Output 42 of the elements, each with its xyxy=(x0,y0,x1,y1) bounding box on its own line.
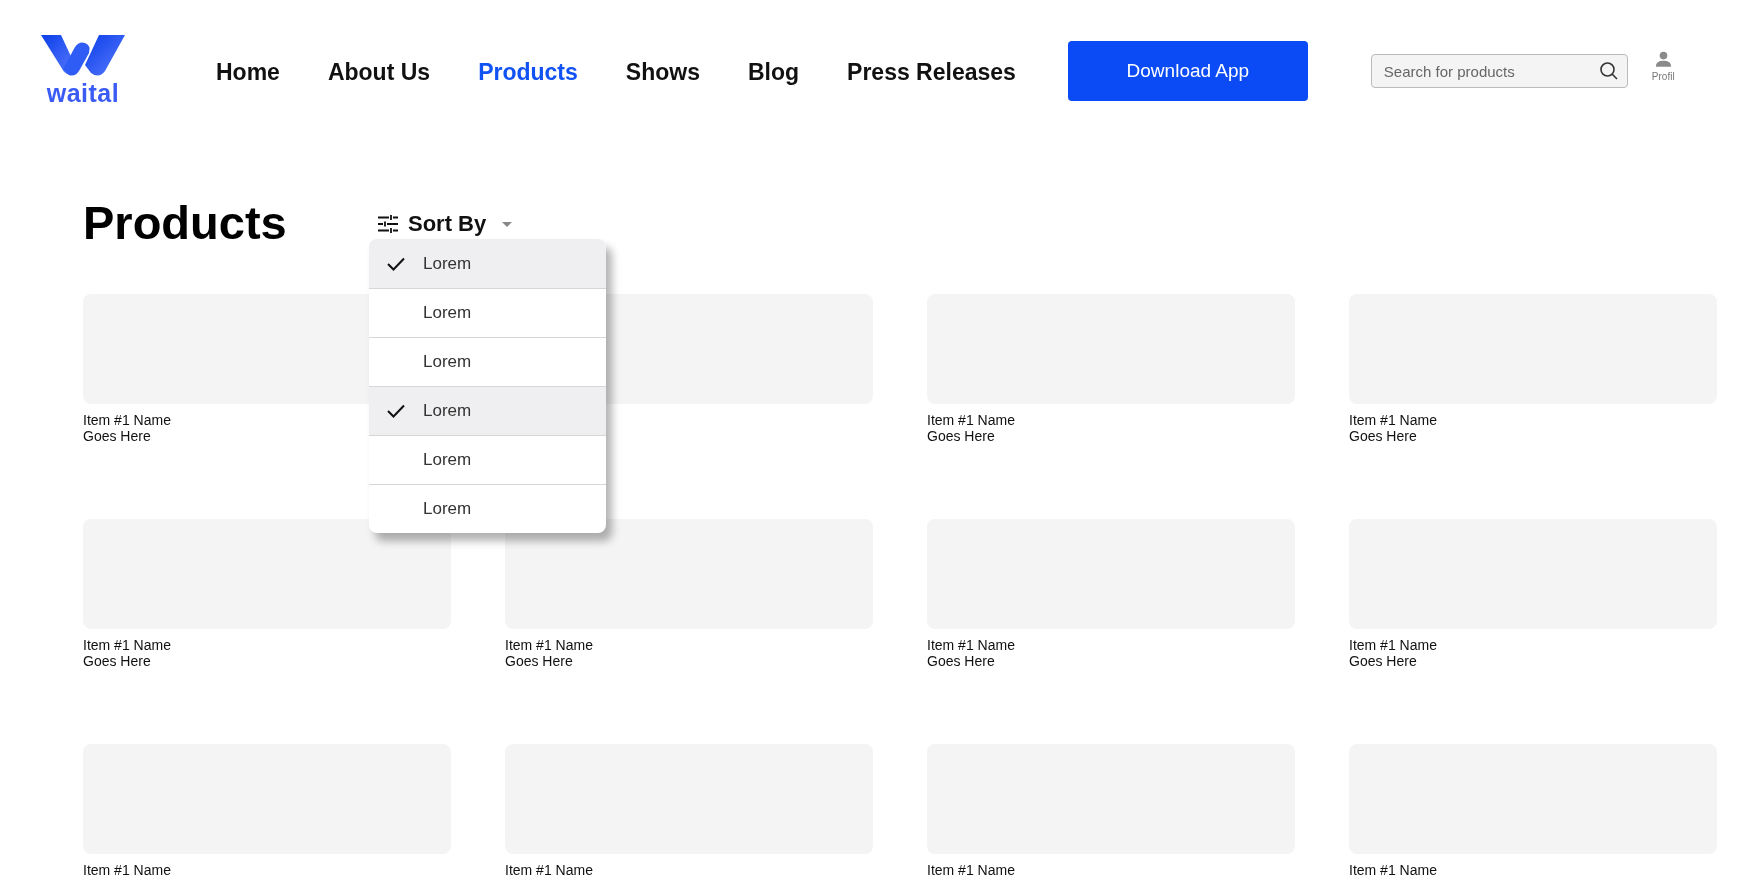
product-name[interactable]: Item #1 Name xyxy=(1349,862,1437,877)
product-name[interactable]: Item #1 Name xyxy=(505,637,593,653)
check-icon xyxy=(387,256,405,271)
product-name[interactable]: Goes Here xyxy=(83,428,151,444)
nav-link[interactable]: Blog xyxy=(747,58,800,86)
sort-option[interactable]: Lorem xyxy=(369,435,606,484)
product-name[interactable]: Item #1 Name xyxy=(83,862,171,877)
nav-link[interactable]: Products xyxy=(478,58,578,86)
product-image-placeholder[interactable] xyxy=(505,519,873,629)
product-name[interactable]: Item #1 Name xyxy=(927,862,1015,877)
page-title: Products xyxy=(83,194,288,250)
product-name[interactable]: Item #1 Name xyxy=(1349,637,1437,653)
sort-button[interactable]: Sort By xyxy=(377,211,513,237)
nav-link[interactable]: Home xyxy=(216,58,280,86)
product-name[interactable]: Goes Here xyxy=(83,653,151,669)
product-name[interactable]: Item #1 Name xyxy=(83,412,171,428)
person-icon[interactable] xyxy=(1654,50,1672,67)
search-icon[interactable] xyxy=(1598,61,1619,81)
download-button[interactable]: Download App xyxy=(1067,41,1308,101)
sliders-icon xyxy=(378,215,398,233)
product-name[interactable]: Item #1 Name xyxy=(1349,412,1437,428)
product-name[interactable]: Item #1 Name xyxy=(927,637,1015,653)
sort-option[interactable]: Lorem xyxy=(369,386,606,435)
caret-icon xyxy=(502,221,513,227)
product-name[interactable]: Item #1 Name xyxy=(505,862,593,877)
check-icon xyxy=(387,404,405,418)
logo-text[interactable]: waital xyxy=(46,78,120,108)
product-name[interactable]: Goes Here xyxy=(927,428,995,444)
logo-icon xyxy=(41,34,125,77)
product-name[interactable]: Goes Here xyxy=(1349,653,1417,669)
product-name[interactable]: Goes Here xyxy=(505,653,573,669)
product-name[interactable]: Goes Here xyxy=(927,653,995,669)
nav-link[interactable]: Shows xyxy=(625,58,700,86)
product-name[interactable]: Item #1 Name xyxy=(927,412,1015,428)
sort-option[interactable]: Lorem xyxy=(369,239,606,288)
nav-link[interactable]: About Us xyxy=(327,58,431,86)
product-image-placeholder[interactable] xyxy=(83,519,451,629)
product-name[interactable]: Goes Here xyxy=(1349,428,1417,444)
search-field[interactable]: Search for products xyxy=(1370,54,1628,88)
profile-label[interactable]: Profil xyxy=(1651,70,1675,82)
nav-link[interactable]: Press Releases xyxy=(847,58,1016,86)
product-name[interactable]: Item #1 Name xyxy=(83,637,171,653)
